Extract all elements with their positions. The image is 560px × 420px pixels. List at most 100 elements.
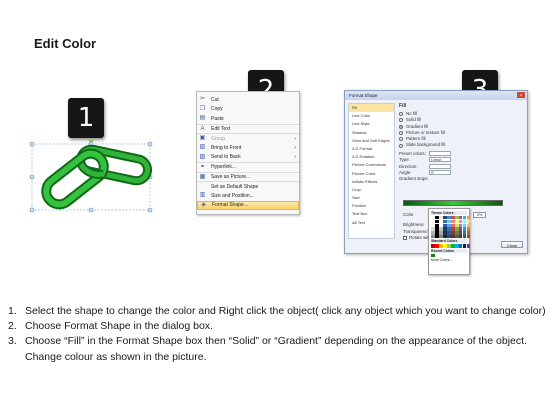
- instruction-text: Choose Format Shape in the dialog box.: [25, 320, 213, 333]
- more-colors-link[interactable]: More Colors...: [431, 258, 467, 262]
- menu-item-hyperlink[interactable]: ⚭ Hyperlink...: [197, 162, 299, 172]
- sidebar-item[interactable]: Line Color: [349, 112, 394, 120]
- gradient-stops-bar[interactable]: [403, 200, 503, 206]
- copy-icon: ❐: [199, 105, 206, 112]
- sidebar-item[interactable]: Shadow: [349, 129, 394, 137]
- dialog-title-bar: Format Shape x: [345, 91, 527, 100]
- menu-item-label: Set as Default Shape: [211, 183, 259, 190]
- default-shape-icon: [199, 183, 206, 190]
- field-value[interactable]: Linear: [429, 157, 451, 163]
- color-palette: Theme Colors Standard Colors Recent Colo…: [428, 208, 471, 275]
- menu-item-save-picture[interactable]: ▦ Save as Picture...: [197, 171, 299, 182]
- menu-item-label: Cut: [211, 96, 219, 103]
- dialog-sidebar: Fill Line Color Line Style Shadow Glow and S…: [348, 103, 395, 239]
- transparency-label: Transparency: [403, 229, 430, 234]
- save-picture-icon: ▦: [199, 173, 206, 180]
- chevron-right-icon: ›: [294, 144, 296, 151]
- step-badge-1: 1: [68, 98, 104, 138]
- menu-item-send-back[interactable]: ▨ Send to Back ›: [197, 153, 299, 163]
- menu-item-label: Bring to Front: [211, 144, 242, 151]
- color-swatch[interactable]: [466, 234, 471, 239]
- sidebar-item[interactable]: Alt Text: [349, 219, 394, 227]
- menu-item-edit-text[interactable]: A Edit Text: [197, 123, 299, 134]
- sidebar-item[interactable]: 3-D Format: [349, 145, 394, 153]
- color-label: Color: [403, 212, 414, 217]
- menu-item-group[interactable]: ▣ Group ›: [197, 133, 299, 143]
- rotate-checkbox[interactable]: [403, 235, 407, 240]
- menu-item-bring-front[interactable]: ▧ Bring to Front ›: [197, 143, 299, 153]
- sidebar-item[interactable]: 3-D Rotation: [349, 153, 394, 161]
- chevron-right-icon: ›: [294, 135, 296, 142]
- field-value[interactable]: [429, 150, 451, 156]
- page-title: Edit Color: [34, 36, 97, 51]
- menu-item-label: Group: [211, 135, 225, 142]
- hyperlink-icon: ⚭: [199, 163, 206, 170]
- close-icon[interactable]: x: [517, 92, 525, 98]
- theme-colors-label: Theme Colors: [431, 211, 467, 215]
- radio-button[interactable]: [399, 137, 403, 142]
- instruction-number: 2.: [8, 320, 17, 333]
- chevron-right-icon: ›: [294, 154, 296, 161]
- instruction-item: 3. Choose “Fill” in the Format Shape box …: [8, 334, 554, 364]
- menu-item-label: Save as Picture...: [211, 174, 251, 181]
- sidebar-item[interactable]: Text Box: [349, 210, 394, 218]
- sidebar-item[interactable]: Position: [349, 202, 394, 210]
- brightness-label: Brightness: [403, 222, 424, 227]
- instruction-number: 3.: [8, 335, 17, 348]
- field-label: Type:: [399, 157, 410, 163]
- instruction-text: Choose “Fill” in the Format Shape box th…: [25, 335, 527, 363]
- color-swatch[interactable]: [431, 253, 435, 258]
- menu-item-label: Format Shape...: [212, 202, 248, 209]
- instruction-text: Select the shape to change the color and…: [25, 305, 546, 317]
- recent-colors-label: Recent Colors: [431, 248, 467, 253]
- paste-icon: ▤: [199, 115, 206, 122]
- menu-item-paste[interactable]: ▤ Paste: [197, 114, 299, 124]
- radio-button[interactable]: [399, 112, 403, 117]
- menu-item-size-position[interactable]: ▥ Size and Position...: [197, 191, 299, 201]
- cut-icon: ✂: [199, 96, 206, 103]
- radio-button[interactable]: [399, 143, 403, 148]
- context-menu: ✂ Cut ❐ Copy ▤ Paste A Edit Text ▣ Group › ▧ Bring t…: [196, 91, 300, 215]
- color-swatch[interactable]: [466, 244, 471, 248]
- fill-heading: Fill: [399, 103, 407, 109]
- theme-colors-grid: [431, 216, 471, 239]
- sidebar-item[interactable]: Glow and Soft Edges: [349, 137, 394, 145]
- menu-item-label: Send to Back: [211, 154, 241, 161]
- menu-item-label: Paste: [211, 115, 224, 122]
- group-icon: ▣: [199, 135, 206, 142]
- menu-item-label: Size and Position...: [211, 192, 254, 199]
- field-label: Direction:: [399, 163, 418, 169]
- menu-item-copy[interactable]: ❐ Copy: [197, 105, 299, 115]
- radio-button[interactable]: [399, 124, 403, 129]
- sidebar-item[interactable]: Picture Corrections: [349, 161, 394, 169]
- recent-colors-grid: [431, 253, 467, 258]
- instructions-list: 1. Select the shape to change the color a…: [8, 304, 554, 365]
- instruction-number: 1.: [8, 305, 17, 317]
- format-shape-icon: ◈: [201, 201, 206, 208]
- field-value[interactable]: [429, 163, 451, 169]
- chain-link-shape[interactable]: [28, 140, 163, 215]
- menu-item-format-shape[interactable]: ◈ Format Shape...: [197, 200, 299, 211]
- sidebar-item[interactable]: Size: [349, 194, 394, 202]
- fill-option[interactable]: Slide background fill: [399, 142, 525, 148]
- radio-button[interactable]: [399, 131, 403, 136]
- menu-item-cut[interactable]: ✂ Cut: [197, 95, 299, 105]
- sidebar-item[interactable]: Fill: [349, 104, 394, 113]
- fill-option-label: Slide background fill: [406, 142, 446, 148]
- menu-item-default-shape[interactable]: Set as Default Shape: [197, 181, 299, 191]
- edit-text-icon: A: [200, 125, 205, 132]
- size-position-icon: ▥: [199, 192, 206, 199]
- close-button[interactable]: Close: [501, 241, 523, 248]
- field-value[interactable]: 0°: [429, 170, 451, 176]
- sidebar-item[interactable]: Crop: [349, 186, 394, 194]
- dialog-title: Format Shape: [349, 93, 378, 98]
- instruction-item: 1. Select the shape to change the color a…: [8, 304, 554, 319]
- standard-colors-grid: [431, 244, 471, 248]
- sidebar-item[interactable]: Picture Color: [349, 170, 394, 178]
- radio-button[interactable]: [399, 118, 403, 123]
- sidebar-item[interactable]: Artistic Effects: [349, 178, 394, 186]
- position-field[interactable]: 0%: [472, 211, 487, 218]
- sidebar-item[interactable]: Line Style: [349, 120, 394, 128]
- field-label: Angle:: [399, 170, 412, 176]
- field-label: Preset colors:: [399, 150, 426, 156]
